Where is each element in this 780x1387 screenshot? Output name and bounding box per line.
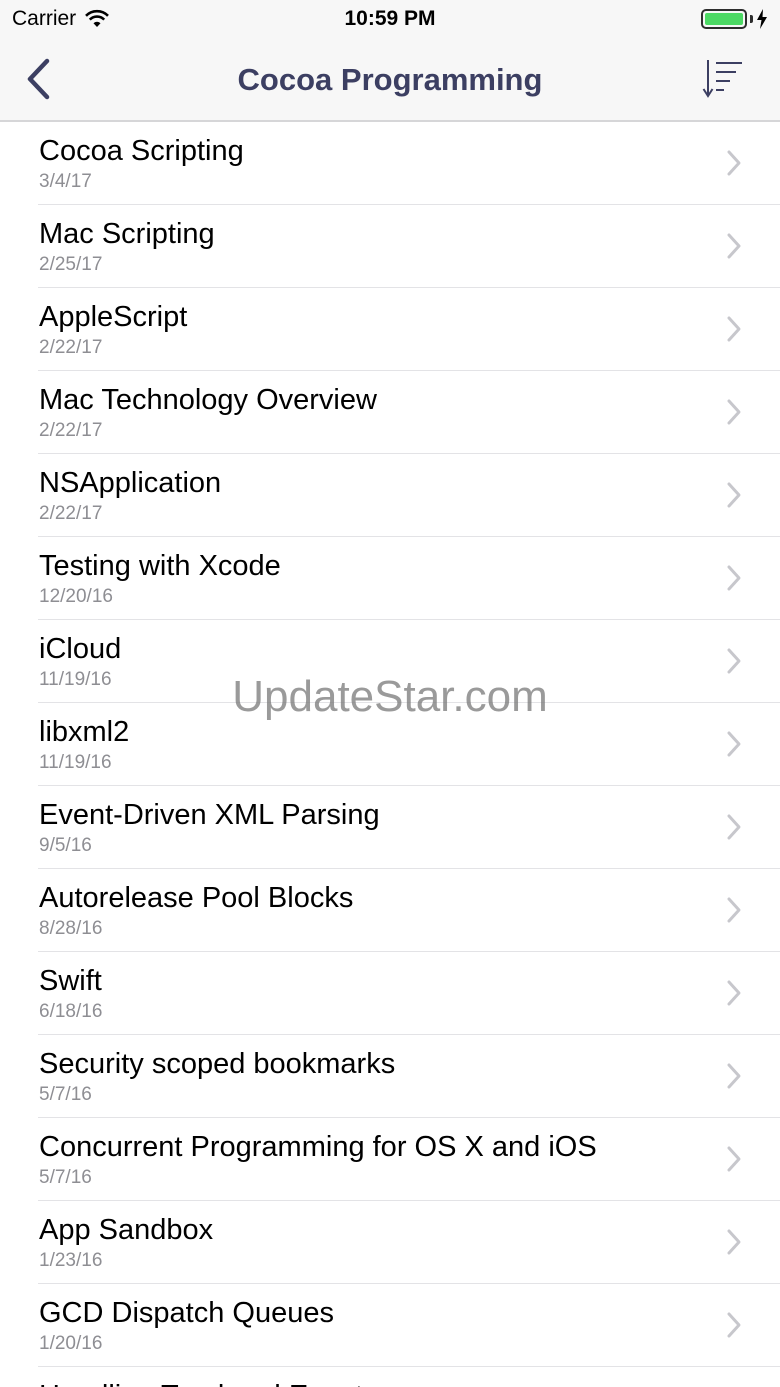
list-item-date: 6/18/16 [39, 1001, 103, 1022]
battery-indicator [701, 9, 768, 29]
sort-button[interactable] [700, 58, 750, 102]
list-item[interactable]: NSApplication 2/22/17 [0, 454, 780, 537]
list-item-date: 3/4/17 [39, 171, 92, 192]
list-item-date: 5/7/16 [39, 1084, 92, 1105]
list-item[interactable]: Security scoped bookmarks 5/7/16 [0, 1035, 780, 1118]
chevron-right-icon [727, 150, 741, 176]
list-item[interactable]: Event-Driven XML Parsing 9/5/16 [0, 786, 780, 869]
list-item[interactable]: Concurrent Programming for OS X and iOS 5… [0, 1118, 780, 1201]
chevron-right-icon [727, 814, 741, 840]
chevron-right-icon [727, 1063, 741, 1089]
list-item-title: Concurrent Programming for OS X and iOS [39, 1131, 597, 1163]
chevron-right-icon [727, 897, 741, 923]
list-item-title: Autorelease Pool Blocks [39, 882, 354, 914]
navigation-bar: Cocoa Programming [0, 40, 780, 122]
chevron-right-icon [727, 565, 741, 591]
list-item[interactable]: Handling Trackpad Events [0, 1367, 780, 1387]
list-item-title: Mac Technology Overview [39, 384, 377, 416]
chevron-right-icon [727, 731, 741, 757]
list-item[interactable]: Mac Scripting 2/25/17 [0, 205, 780, 288]
chevron-right-icon [727, 648, 741, 674]
list-item[interactable]: Mac Technology Overview 2/22/17 [0, 371, 780, 454]
charging-bolt-icon [757, 9, 767, 29]
list-item[interactable]: libxml2 11/19/16 [0, 703, 780, 786]
list-item-title: App Sandbox [39, 1214, 214, 1246]
list-item[interactable]: Cocoa Scripting 3/4/17 [0, 122, 780, 205]
status-time: 10:59 PM [344, 7, 436, 30]
chevron-right-icon [727, 1312, 741, 1338]
list-item-date: 12/20/16 [39, 586, 113, 607]
list-item-date: 8/28/16 [39, 918, 103, 939]
list-item[interactable]: Autorelease Pool Blocks 8/28/16 [0, 869, 780, 952]
list-item-date: 11/19/16 [39, 669, 112, 690]
battery-level [705, 13, 743, 25]
list-item[interactable]: GCD Dispatch Queues 1/20/16 [0, 1284, 780, 1367]
list-item-date: 2/22/17 [39, 503, 103, 524]
chevron-right-icon [727, 316, 741, 342]
list-item-title: Handling Trackpad Events [39, 1380, 378, 1387]
chevron-right-icon [727, 233, 741, 259]
list-item[interactable]: iCloud 11/19/16 [0, 620, 780, 703]
list-item[interactable]: Testing with Xcode 12/20/16 [0, 537, 780, 620]
article-list: Cocoa Scripting 3/4/17 Mac Scripting 2/25/1… [0, 122, 780, 1387]
list-item-title: Testing with Xcode [39, 550, 281, 582]
list-item-date: 2/25/17 [39, 254, 103, 275]
list-item-title: iCloud [39, 633, 122, 665]
list-item-title: Security scoped bookmarks [39, 1048, 396, 1080]
list-item-date: 5/7/16 [39, 1167, 92, 1188]
list-item-date: 1/23/16 [39, 1250, 103, 1271]
sort-descending-icon [702, 60, 742, 98]
list-item[interactable]: App Sandbox 1/23/16 [0, 1201, 780, 1284]
list-item-date: 2/22/17 [39, 337, 103, 358]
list-item-title: Mac Scripting [39, 218, 215, 250]
battery-icon [701, 9, 747, 29]
list-item-title: libxml2 [39, 716, 130, 748]
status-bar: Carrier 10:59 PM [0, 0, 780, 40]
battery-tip [750, 15, 753, 23]
list-item-title: Event-Driven XML Parsing [39, 799, 380, 831]
list-item-date: 1/20/16 [39, 1333, 103, 1354]
list-item[interactable]: AppleScript 2/22/17 [0, 288, 780, 371]
list-item-title: Swift [39, 965, 102, 997]
list-item-title: NSApplication [39, 467, 222, 499]
chevron-right-icon [727, 399, 741, 425]
chevron-right-icon [727, 482, 741, 508]
list-item-date: 9/5/16 [39, 835, 92, 856]
list-item-title: AppleScript [39, 301, 188, 333]
list-item-date: 11/19/16 [39, 752, 112, 773]
list-item-date: 2/22/17 [39, 420, 103, 441]
chevron-right-icon [727, 980, 741, 1006]
list-item[interactable]: Swift 6/18/16 [0, 952, 780, 1035]
chevron-right-icon [727, 1146, 741, 1172]
list-item-title: Cocoa Scripting [39, 135, 244, 167]
page-title: Cocoa Programming [237, 62, 543, 97]
chevron-right-icon [727, 1229, 741, 1255]
list-item-title: GCD Dispatch Queues [39, 1297, 334, 1329]
